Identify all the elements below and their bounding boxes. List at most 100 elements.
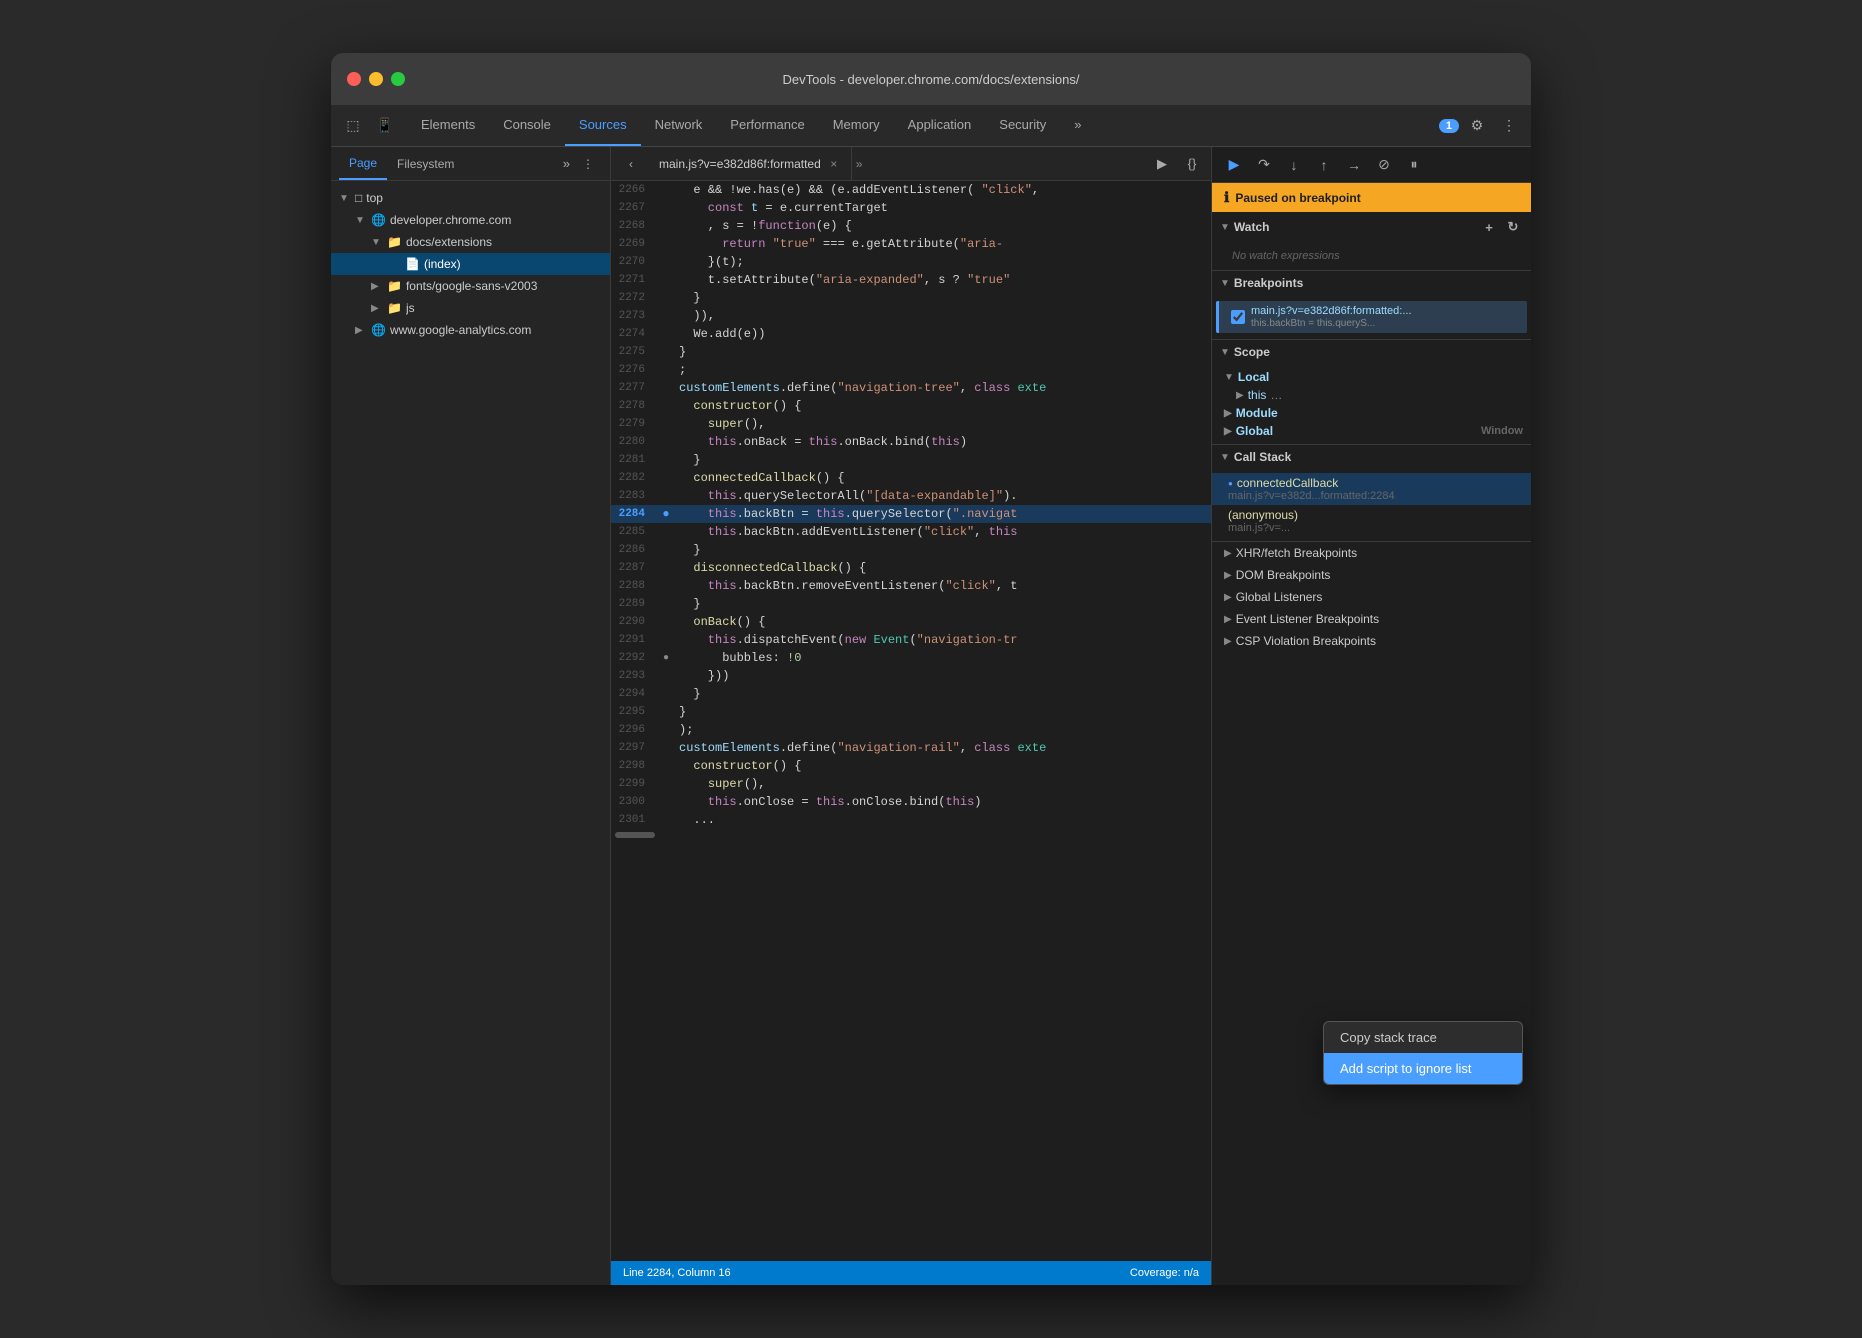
pause-exceptions-button[interactable]: ⏸ bbox=[1400, 151, 1428, 179]
watch-header[interactable]: ▼ Watch + ↻ bbox=[1212, 212, 1531, 242]
watch-actions: + ↻ bbox=[1479, 217, 1523, 237]
horizontal-scrollbar[interactable] bbox=[611, 829, 1211, 841]
scope-module-item[interactable]: ▶ Module bbox=[1212, 404, 1531, 422]
settings-icon[interactable]: ⚙ bbox=[1463, 112, 1491, 140]
copy-stack-trace-button[interactable]: Copy stack trace bbox=[1324, 1022, 1522, 1053]
add-watch-button[interactable]: + bbox=[1479, 217, 1499, 237]
call-stack-item-1[interactable]: ● connectedCallback main.js?v=e382d...fo… bbox=[1212, 473, 1531, 505]
source-tab-close-button[interactable]: × bbox=[827, 157, 841, 171]
tree-label-chrome: developer.chrome.com bbox=[390, 213, 511, 227]
tree-item-analytics[interactable]: ▶ 🌐 www.google-analytics.com bbox=[331, 319, 610, 341]
event-arrow-icon: ▶ bbox=[1224, 614, 1232, 625]
call-stack-dot-icon: ● bbox=[1228, 479, 1233, 488]
tab-network[interactable]: Network bbox=[641, 105, 717, 146]
watch-content: No watch expressions bbox=[1212, 242, 1531, 270]
inspect-icon[interactable]: ⬚ bbox=[339, 112, 367, 140]
tab-sources[interactable]: Sources bbox=[565, 105, 641, 146]
devtools-window: DevTools - developer.chrome.com/docs/ext… bbox=[331, 53, 1531, 1285]
csp-arrow-icon: ▶ bbox=[1224, 636, 1232, 647]
tree-toggle-docs: ▼ bbox=[371, 237, 387, 248]
breakpoints-content: main.js?v=e382d86f:formatted:... this.ba… bbox=[1212, 295, 1531, 339]
scope-section: ▼ Scope ▼ Local ▶ this … bbox=[1212, 340, 1531, 445]
source-tab-main[interactable]: main.js?v=e382d86f:formatted × bbox=[649, 147, 852, 180]
tab-console[interactable]: Console bbox=[489, 105, 565, 146]
breakpoint-info: main.js?v=e382d86f:formatted:... this.ba… bbox=[1251, 305, 1412, 329]
main-tabs: Elements Console Sources Network Perform… bbox=[407, 105, 1431, 146]
maximize-window-button[interactable] bbox=[391, 72, 405, 86]
scope-header[interactable]: ▼ Scope bbox=[1212, 340, 1531, 364]
notifications-badge[interactable]: 1 bbox=[1439, 119, 1459, 133]
source-tabs-more-button[interactable]: » bbox=[856, 157, 863, 171]
breakpoints-header[interactable]: ▼ Breakpoints bbox=[1212, 271, 1531, 295]
call-stack-name-1: ● connectedCallback bbox=[1228, 476, 1523, 490]
resume-button[interactable]: ▶ bbox=[1220, 151, 1248, 179]
source-tab-filename: main.js?v=e382d86f:formatted bbox=[659, 157, 821, 171]
scope-local-item[interactable]: ▼ Local bbox=[1212, 368, 1531, 386]
event-section[interactable]: ▶ Event Listener Breakpoints bbox=[1212, 608, 1531, 630]
tree-item-index[interactable]: ▶ 📄 (index) bbox=[331, 253, 610, 275]
status-position: Line 2284, Column 16 bbox=[623, 1267, 731, 1279]
scope-global-value: Window bbox=[1481, 425, 1523, 437]
deactivate-breakpoints-button[interactable]: ⊘ bbox=[1370, 151, 1398, 179]
tree-item-top[interactable]: ▼ □ top bbox=[331, 187, 610, 209]
step-into-button[interactable]: ↓ bbox=[1280, 151, 1308, 179]
device-toolbar-icon[interactable]: 📱 bbox=[371, 112, 399, 140]
scope-this-item[interactable]: ▶ this … bbox=[1212, 386, 1531, 404]
tab-bar: ⬚ 📱 Elements Console Sources Network Per… bbox=[331, 105, 1531, 147]
tree-item-fonts[interactable]: ▶ 📁 fonts/google-sans-v2003 bbox=[331, 275, 610, 297]
xhr-section[interactable]: ▶ XHR/fetch Breakpoints bbox=[1212, 542, 1531, 564]
step-button[interactable]: → bbox=[1340, 151, 1368, 179]
tab-elements[interactable]: Elements bbox=[407, 105, 489, 146]
run-snippet-icon[interactable]: ▶ bbox=[1149, 151, 1175, 177]
breakpoints-section: ▼ Breakpoints main.js?v=e382d86f:formatt… bbox=[1212, 271, 1531, 340]
sidebar-tab-filesystem[interactable]: Filesystem bbox=[387, 147, 464, 180]
tree-item-docs[interactable]: ▼ 📁 docs/extensions bbox=[331, 231, 610, 253]
sidebar-more-button[interactable]: » bbox=[563, 156, 570, 171]
call-stack-loc-1: main.js?v=e382d...formatted:2284 bbox=[1228, 490, 1523, 502]
call-stack-item-2[interactable]: (anonymous) main.js?v=... bbox=[1212, 505, 1531, 537]
code-line-2286: 2286 } bbox=[611, 541, 1211, 559]
tab-security[interactable]: Security bbox=[985, 105, 1060, 146]
minimize-window-button[interactable] bbox=[369, 72, 383, 86]
sidebar-menu-icon[interactable]: ⋮ bbox=[574, 150, 602, 178]
code-line-2288: 2288 this.backBtn.removeEventListener("c… bbox=[611, 577, 1211, 595]
format-icon[interactable]: {} bbox=[1179, 151, 1205, 177]
dom-section[interactable]: ▶ DOM Breakpoints bbox=[1212, 564, 1531, 586]
refresh-watch-button[interactable]: ↻ bbox=[1503, 217, 1523, 237]
csp-section[interactable]: ▶ CSP Violation Breakpoints bbox=[1212, 630, 1531, 652]
sidebar-tab-page[interactable]: Page bbox=[339, 147, 387, 180]
window-title: DevTools - developer.chrome.com/docs/ext… bbox=[783, 72, 1080, 87]
breakpoint-item[interactable]: main.js?v=e382d86f:formatted:... this.ba… bbox=[1216, 301, 1527, 333]
code-line-2272: 2272 } bbox=[611, 289, 1211, 307]
call-stack-header[interactable]: ▼ Call Stack bbox=[1212, 445, 1531, 469]
step-out-button[interactable]: ↑ bbox=[1310, 151, 1338, 179]
tree-toggle-js: ▶ bbox=[371, 303, 387, 314]
tree-item-js[interactable]: ▶ 📁 js bbox=[331, 297, 610, 319]
scrollbar-thumb[interactable] bbox=[615, 832, 655, 838]
code-line-2270: 2270 }(t); bbox=[611, 253, 1211, 271]
scope-module-label: Module bbox=[1236, 406, 1278, 420]
navigate-back-icon[interactable]: ‹ bbox=[617, 150, 645, 178]
tab-performance[interactable]: Performance bbox=[716, 105, 818, 146]
tree-toggle-top: ▼ bbox=[339, 193, 355, 204]
scope-global-item[interactable]: ▶ Global Window bbox=[1212, 422, 1531, 440]
source-tabs: ‹ main.js?v=e382d86f:formatted × » ▶ {} bbox=[611, 147, 1211, 181]
close-window-button[interactable] bbox=[347, 72, 361, 86]
tabs-more-button[interactable]: » bbox=[1060, 105, 1095, 146]
event-label: Event Listener Breakpoints bbox=[1236, 612, 1379, 626]
code-line-2282: 2282 connectedCallback() { bbox=[611, 469, 1211, 487]
step-over-button[interactable]: ↷ bbox=[1250, 151, 1278, 179]
tab-memory[interactable]: Memory bbox=[819, 105, 894, 146]
code-line-2299: 2299 super(), bbox=[611, 775, 1211, 793]
code-line-2295: 2295 } bbox=[611, 703, 1211, 721]
tree-item-chrome[interactable]: ▼ 🌐 developer.chrome.com bbox=[331, 209, 610, 231]
listeners-section[interactable]: ▶ Global Listeners bbox=[1212, 586, 1531, 608]
breakpoint-code: this.backBtn = this.queryS... bbox=[1251, 318, 1412, 329]
more-options-icon[interactable]: ⋮ bbox=[1495, 112, 1523, 140]
tree-label-top: top bbox=[366, 191, 383, 205]
add-to-ignore-list-button[interactable]: Add script to ignore list bbox=[1324, 1053, 1522, 1084]
status-bar: Line 2284, Column 16 Coverage: n/a bbox=[611, 1261, 1211, 1285]
code-area[interactable]: 2266 e && !we.has(e) && (e.addEventListe… bbox=[611, 181, 1211, 1261]
tab-application[interactable]: Application bbox=[894, 105, 986, 146]
breakpoint-checkbox[interactable] bbox=[1231, 310, 1245, 324]
